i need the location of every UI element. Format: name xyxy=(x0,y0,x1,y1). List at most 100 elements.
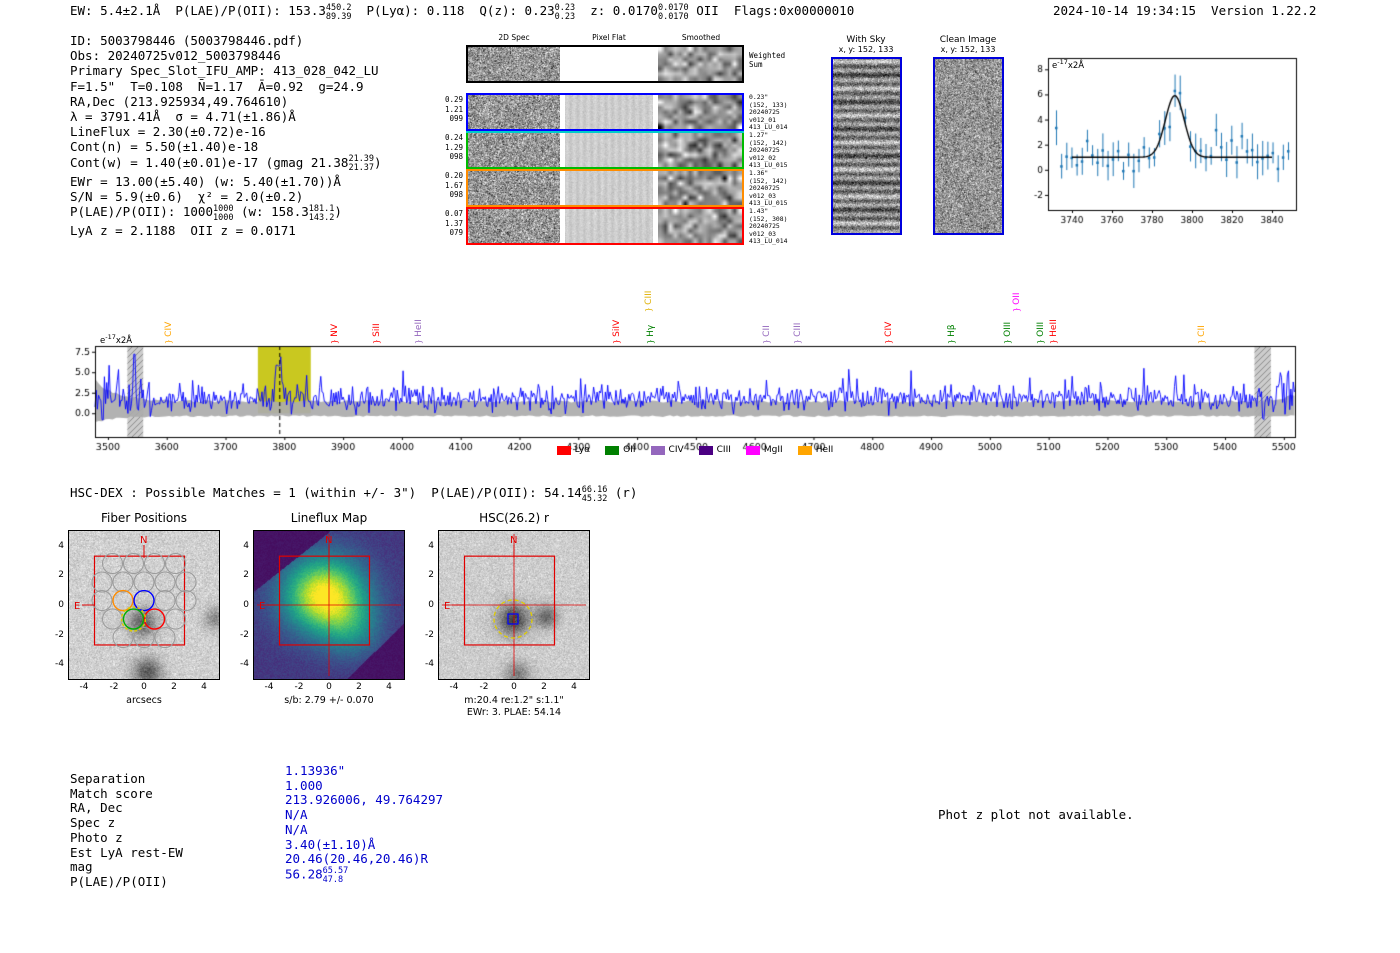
match-row-value: 1.13936" xyxy=(285,763,346,778)
info-line: ID: 5003798446 (5003798446.pdf) xyxy=(70,33,382,48)
match-row-value: N/A xyxy=(285,807,308,823)
panel-ytick-label: 4 xyxy=(243,540,249,551)
spec2d-row-right-labels: 1.27" (152, 142) 20240725 v012_02 413_LU_015 xyxy=(749,131,788,170)
match-table-labels: Separation Match score RA, Dec Spec z Photo … xyxy=(70,771,183,890)
clean-subtitle: x, y: 152, 133 xyxy=(940,45,996,54)
spec2d-segment-image xyxy=(468,95,560,129)
spec2d-segment-image xyxy=(658,133,742,167)
photz-note: Phot z plot not available. xyxy=(938,807,1134,822)
fiber-circle xyxy=(175,571,197,593)
compass-north-label: N xyxy=(325,535,332,546)
panel-overlay: NE xyxy=(442,534,586,676)
legend-swatch xyxy=(698,445,713,455)
highlight-fiber-circle xyxy=(122,608,145,630)
text-segment: Primary Spec_Slot_IFU_AMP: 413_028_042_L… xyxy=(70,63,379,79)
spec2d-row xyxy=(466,131,744,169)
spec2d-segment-image xyxy=(468,209,560,243)
clean-image xyxy=(935,59,1002,233)
panel-ytick-label: -4 xyxy=(55,659,64,670)
match-row-label: Match score xyxy=(70,785,153,801)
text-segment: P(Lyα): 0.118 Q(z): 0.23 xyxy=(351,3,555,18)
panel-xtick-label: -4 xyxy=(264,682,274,692)
text-segment: (r) xyxy=(607,485,638,500)
spec2d-segment-image xyxy=(468,133,560,167)
lineflux-caption: s/b: 2.79 +/- 0.070 xyxy=(284,695,374,706)
spec2d-row xyxy=(466,45,744,83)
lineflux-panel-title: Lineflux Map xyxy=(290,511,368,525)
hsc-panel-title: HSC(26.2) r xyxy=(479,511,549,525)
clean-cutout xyxy=(933,57,1004,235)
spec2d-row-right-labels: 1.36" (152, 142) 20240725 v012_03 413_LU_015 xyxy=(749,169,788,208)
text-segment: LyA z = 2.1188 OII z = 0.0171 xyxy=(70,223,296,238)
text-segment: EWr = 13.00(±5.40) (w: 5.40(±1.70))Å xyxy=(70,173,341,189)
stacked-fraction: 65.57 47.8 xyxy=(322,865,349,886)
clean-title: Clean Image xyxy=(939,35,997,45)
info-line: Obs: 20240725v012_5003798446 xyxy=(70,48,382,63)
text-segment: RA,Dec (213.925934,49.764610) xyxy=(70,93,289,109)
spec2d-row-left-values: 0.24 1.29 098 xyxy=(444,133,463,161)
info-line: Cont(n) = 5.50(±1.40)e-18 xyxy=(70,139,382,154)
header-timestamp: 2024-10-14 19:34:15 Version 1.22.2 xyxy=(1053,3,1317,18)
spec2d-row-left-values: 0.07 1.37 079 xyxy=(444,209,463,237)
info-line: EWr = 13.00(±5.40) (w: 5.40(±1.70))Å xyxy=(70,174,382,189)
match-row-value: 56.28 65.57 47.8 xyxy=(285,865,349,886)
legend-label: OII xyxy=(623,445,636,455)
text-segment: HSC-DEX : Possible Matches = 1 (within +… xyxy=(70,485,582,500)
highlight-fiber-circle xyxy=(133,589,155,612)
fiber-panel-title: Fiber Positions xyxy=(100,511,188,525)
match-row-value: 3.40(±1.10)Å xyxy=(285,836,376,852)
panel-xtick-label: -4 xyxy=(79,682,89,692)
spec2d-col-header-smoothed: Smoothed xyxy=(681,33,721,42)
panel-xtick-label: 0 xyxy=(141,682,147,692)
panel-xtick-label: 2 xyxy=(171,682,177,692)
match-row-label: mag xyxy=(70,859,93,875)
match-row-value: 1.000 xyxy=(285,777,323,793)
info-line: F=1.5" T=0.108 N̄=1.17 Ā=0.92 g=24.9 xyxy=(70,79,382,94)
text-segment: OII Flags:0x00000010 xyxy=(688,3,855,18)
panel-ytick-label: 0 xyxy=(58,600,64,610)
fiber-positions-panel: NE xyxy=(68,530,220,680)
info-line: S/N = 5.9(±0.6) χ² = 2.0(±0.2) xyxy=(70,189,382,204)
info-line: LineFlux = 2.30(±0.72)e-16 xyxy=(70,124,382,139)
panel-ytick-label: 2 xyxy=(428,570,434,581)
fiber-circle xyxy=(154,590,176,612)
withsky-title: With Sky xyxy=(846,35,886,45)
stacked-fraction: 0.23 0.23 xyxy=(554,2,576,22)
compass-east-label: E xyxy=(74,601,80,612)
legend-swatch xyxy=(650,445,665,455)
text-segment: EW: 5.4±2.1Å P(LAE)/P(OII): 153.3 xyxy=(70,3,326,18)
panel-xtick-label: 4 xyxy=(386,682,392,692)
elixer-report-page: EW: 5.4±2.1Å P(LAE)/P(OII): 153.3 450.2 89… xyxy=(0,0,1400,953)
info-line: λ = 3791.41Å σ = 4.71(±1.86)Å xyxy=(70,109,382,124)
legend-item: CIV xyxy=(650,445,684,455)
full-spectrum-plot xyxy=(55,334,1305,452)
hsc-caption-2: EWr: 3. PLAE: 54.14 xyxy=(466,707,562,718)
fitplot-units-annotation: e-17x2Å xyxy=(1052,58,1085,71)
match-row-label: Spec z xyxy=(70,815,116,831)
panel-xtick-label: 2 xyxy=(356,682,362,692)
panel-ytick-label: 2 xyxy=(58,570,64,581)
stacked-fraction: 66.16 45.32 xyxy=(581,484,608,504)
spec2d-segment-image xyxy=(658,171,742,205)
info-line: Cont(w) = 1.40(±0.01)e-17 (gmag 21.38 21.… xyxy=(70,155,382,174)
text-segment: λ = 3791.41Å σ = 4.71(±1.86)Å xyxy=(70,109,296,125)
line-fit-plot xyxy=(1030,48,1305,238)
panel-ytick-label: 0 xyxy=(428,600,434,610)
legend-swatch xyxy=(797,445,812,455)
catalog-position-square xyxy=(507,613,519,625)
spec2d-segment-image xyxy=(565,209,653,243)
info-line: RA,Dec (213.925934,49.764610) xyxy=(70,94,382,109)
legend-item: Lyα xyxy=(556,445,590,455)
panel-ytick-label: 4 xyxy=(58,540,64,551)
panel-ytick-label: -4 xyxy=(425,659,434,670)
spec2d-segment-image xyxy=(468,171,560,205)
stacked-fraction: 1000 1000 xyxy=(213,203,234,223)
spec2d-row xyxy=(466,169,744,207)
match-row-label: P(LAE)/P(OII) xyxy=(70,873,168,889)
text-segment: ID: 5003798446 (5003798446.pdf) xyxy=(70,33,304,48)
spec2d-strip-stack xyxy=(466,45,744,245)
fiber-circle xyxy=(165,608,186,630)
legend-item: OII xyxy=(605,445,636,455)
panel-xtick-label: 0 xyxy=(511,682,517,692)
text-segment: z: 0.0170 xyxy=(575,3,658,18)
